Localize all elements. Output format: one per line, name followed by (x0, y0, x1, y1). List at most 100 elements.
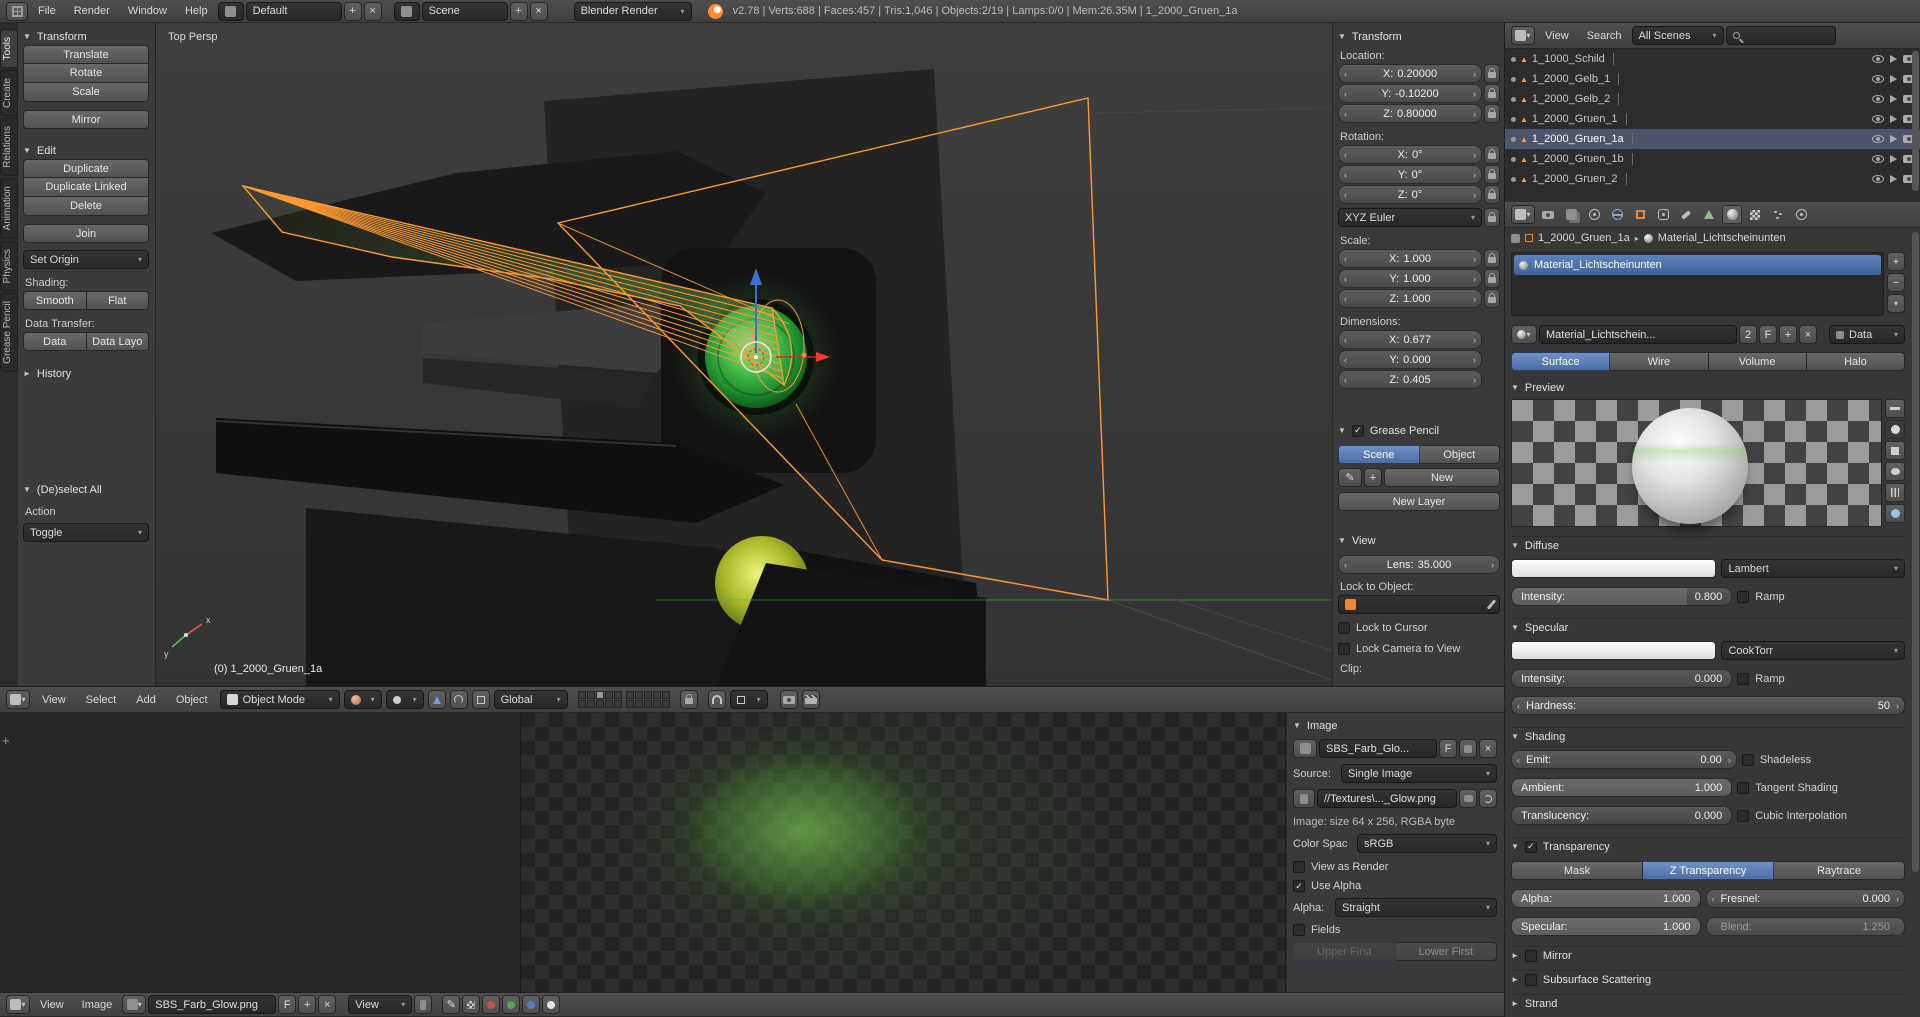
visibility-eye-icon[interactable] (1872, 155, 1884, 163)
editor-type-image-button[interactable]: ▾ (6, 995, 30, 1014)
use-alpha-row[interactable]: ✓Use Alpha (1293, 880, 1497, 892)
panel-header-history[interactable]: ►History (23, 365, 149, 382)
material-slot-list[interactable]: Material_Lichtscheinunten (1511, 252, 1884, 316)
mask-mode-button[interactable] (462, 995, 480, 1014)
menu-object[interactable]: Object (168, 692, 216, 708)
toolshelf-tab-grease-pencil[interactable]: Grease Pencil (0, 293, 18, 372)
layer-toggle[interactable] (644, 691, 652, 699)
scale-button[interactable]: Scale (23, 83, 149, 102)
fake-user-button[interactable]: F (278, 995, 296, 1014)
tab-material-active[interactable] (1722, 205, 1742, 224)
close-layout-button[interactable]: × (364, 2, 382, 21)
scale-z-field[interactable]: ‹Z:1.000› (1338, 289, 1482, 308)
unlink-material-button[interactable]: × (1799, 325, 1817, 344)
lower-first-button[interactable]: Lower First (1396, 942, 1498, 961)
selectability-cursor-icon[interactable] (1890, 175, 1897, 183)
transparency-checkbox[interactable]: ✓ (1525, 841, 1537, 853)
rotation-x-field[interactable]: ‹X:0°› (1338, 145, 1482, 164)
layer-toggle[interactable] (614, 691, 622, 699)
panel-header-specular[interactable]: ▼Specular (1511, 619, 1905, 636)
preview-sphere-button[interactable] (1885, 420, 1905, 439)
transparency-specular-slider[interactable]: Specular:1.000 (1511, 917, 1701, 936)
menu-render[interactable]: Render (66, 3, 118, 19)
snap-element-dropdown[interactable]: ▾ (730, 690, 768, 709)
specular-ramp-row[interactable]: Ramp (1737, 673, 1905, 685)
image-display-area[interactable] (520, 713, 1286, 992)
alpha-slider[interactable]: Alpha:1.000 (1511, 889, 1701, 908)
lock-object-selector[interactable] (1338, 595, 1500, 614)
set-origin-dropdown[interactable]: Set Origin▾ (23, 250, 149, 269)
lens-field[interactable]: ‹Lens:35.000› (1338, 555, 1500, 574)
type-volume-button[interactable]: Volume (1709, 352, 1807, 371)
tab-constraints[interactable] (1653, 205, 1673, 224)
lock-location-z-button[interactable] (1484, 104, 1500, 123)
lock-rotation-x-button[interactable] (1484, 145, 1500, 164)
channel-alpha-button[interactable] (542, 995, 560, 1014)
list-item[interactable]: ▲1_1000_Schild (1505, 49, 1920, 69)
specular-intensity-slider[interactable]: Intensity:0.000 (1511, 669, 1732, 688)
material-slot-selected[interactable]: Material_Lichtscheinunten (1514, 255, 1881, 275)
image-browse-button[interactable] (1293, 739, 1317, 758)
duplicate-button[interactable]: Duplicate (23, 159, 149, 178)
editor-type-outliner-button[interactable]: ▾ (1511, 26, 1535, 45)
tab-object-data[interactable] (1699, 205, 1719, 224)
tab-render[interactable] (1538, 205, 1558, 224)
specular-color-swatch[interactable] (1511, 641, 1716, 660)
expand-dot-icon[interactable] (1511, 157, 1516, 162)
panel-header-image[interactable]: ▼Image (1293, 717, 1497, 734)
image-name-field[interactable]: SBS_Farb_Glow.png (148, 995, 276, 1014)
selectability-cursor-icon[interactable] (1890, 155, 1897, 163)
opengl-render-anim-button[interactable] (802, 690, 820, 709)
mirror-checkbox[interactable] (1525, 950, 1537, 962)
image-path-field[interactable]: //Textures\..._Glow.png (1317, 789, 1457, 808)
layer-toggle[interactable] (596, 700, 604, 708)
tangent-shading-checkbox[interactable] (1737, 782, 1749, 794)
material-name-field[interactable]: Material_Lichtschein... (1539, 325, 1737, 344)
preview-flat-button[interactable] (1885, 399, 1905, 418)
fresnel-field[interactable]: ‹Fresnel:0.000› (1706, 889, 1906, 908)
panel-header-transparency[interactable]: ▼✓Transparency (1511, 838, 1905, 855)
expand-dot-icon[interactable] (1511, 137, 1516, 142)
fields-checkbox[interactable] (1293, 924, 1305, 936)
layer-toggle[interactable] (653, 691, 661, 699)
editor-type-info-button[interactable] (6, 2, 28, 21)
lock-location-x-button[interactable] (1484, 64, 1500, 83)
rotation-mode-dropdown[interactable]: XYZ Euler▾ (1338, 208, 1482, 227)
scale-x-field[interactable]: ‹X:1.000› (1338, 249, 1482, 268)
menu-help[interactable]: Help (177, 3, 216, 19)
location-x-field[interactable]: ‹X:0.20000› (1338, 64, 1482, 83)
diffuse-ramp-checkbox[interactable] (1737, 591, 1749, 603)
image-name-field[interactable]: SBS_Farb_Glo... (1319, 739, 1437, 758)
rotation-y-field[interactable]: ‹Y:0°› (1338, 165, 1482, 184)
visibility-eye-icon[interactable] (1872, 55, 1884, 63)
editor-type-properties-button[interactable]: ▾ (1511, 205, 1535, 224)
eyedropper-icon[interactable] (1487, 599, 1496, 609)
breadcrumb-material[interactable]: Material_Lichtscheinunten (1658, 232, 1786, 244)
panel-header-mirror[interactable]: ►Mirror (1511, 947, 1905, 964)
emit-field[interactable]: ‹Emit:0.00› (1511, 750, 1737, 769)
layer-toggle[interactable] (662, 691, 670, 699)
dimension-x-field[interactable]: ‹X:0.677› (1338, 330, 1482, 349)
type-halo-button[interactable]: Halo (1807, 352, 1905, 371)
tangent-shading-row[interactable]: Tangent Shading (1737, 782, 1905, 794)
tab-particles[interactable] (1768, 205, 1788, 224)
preview-cube-button[interactable] (1885, 441, 1905, 460)
lock-to-scene-button[interactable] (680, 690, 698, 709)
dimension-y-field[interactable]: ‹Y:0.000› (1338, 350, 1482, 369)
selectability-cursor-icon[interactable] (1890, 135, 1897, 143)
layer-toggle[interactable] (605, 700, 613, 708)
layer-toggle[interactable] (635, 700, 643, 708)
manipulator-scale-button[interactable] (472, 690, 490, 709)
lock-rotation-mode-button[interactable] (1484, 208, 1500, 227)
add-layout-button[interactable]: + (344, 2, 362, 21)
lock-to-cursor-checkbox[interactable] (1338, 622, 1350, 634)
viewport-shading-dropdown[interactable]: ▾ (344, 690, 382, 709)
join-button[interactable]: Join (23, 224, 149, 243)
pin-button[interactable] (414, 995, 432, 1014)
panel-header-sss[interactable]: ►Subsurface Scattering (1511, 971, 1905, 988)
menu-view[interactable]: View (34, 692, 74, 708)
list-item[interactable]: ▲1_2000_Gruen_1b (1505, 149, 1920, 169)
screen-layout-selector[interactable]: Default (246, 2, 342, 21)
layer-toggle[interactable] (578, 700, 586, 708)
shade-flat-button[interactable]: Flat (87, 291, 150, 310)
